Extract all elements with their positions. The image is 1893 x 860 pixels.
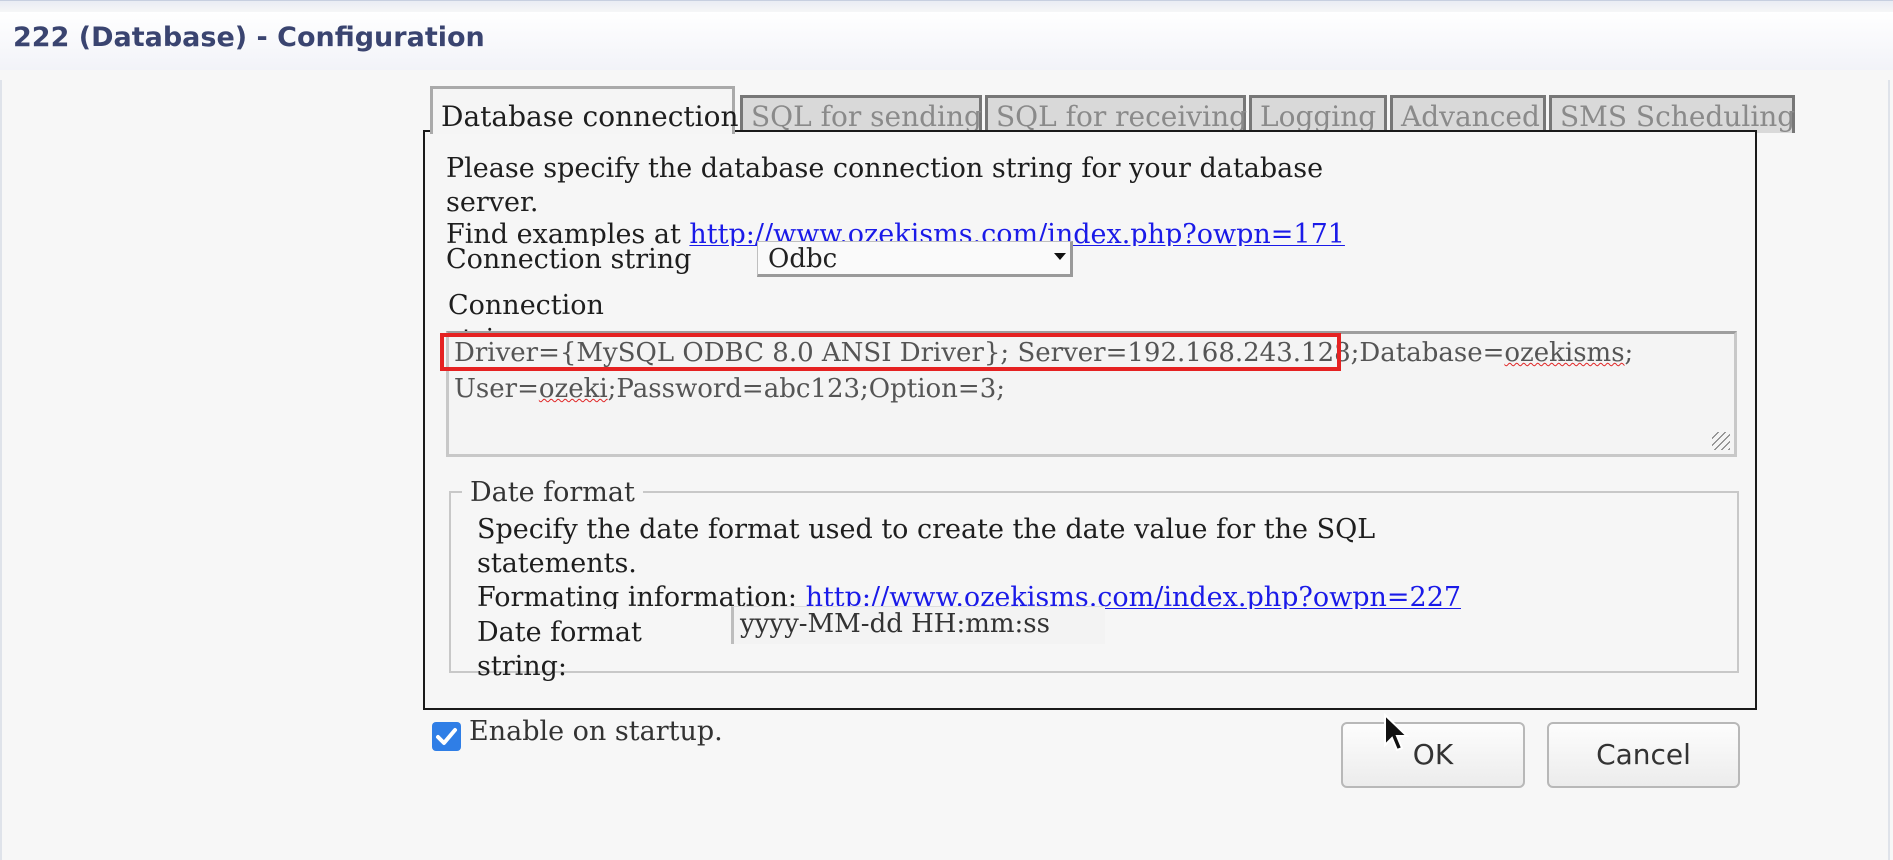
window-left-edge	[0, 80, 2, 860]
resize-grip-icon[interactable]	[1712, 432, 1730, 450]
date-format-legend: Date format	[462, 476, 643, 510]
checkmark-icon	[436, 728, 457, 745]
examples-prefix: Find examples at	[446, 219, 690, 246]
user-value: ozeki	[538, 374, 608, 404]
tab-advanced[interactable]: Advanced	[1390, 95, 1546, 133]
enable-on-startup-checkbox[interactable]	[432, 722, 461, 751]
formatting-info-link[interactable]: http://www.ozekisms.com/index.php?owpn=2…	[806, 582, 1462, 609]
user-key: User=	[454, 374, 539, 404]
line1-semicolon: ;	[1624, 338, 1634, 368]
date-format-value: yyyy-MM-dd HH:mm:ss	[740, 609, 1050, 639]
connection-type-select[interactable]: Odbc	[757, 241, 1073, 277]
formatting-info-prefix: Formating information:	[477, 582, 806, 609]
cancel-button[interactable]: Cancel	[1547, 722, 1740, 788]
connection-type-label: Connection string	[446, 244, 692, 275]
mouse-cursor-icon	[1384, 713, 1410, 752]
window-right-edge	[1888, 80, 1890, 860]
config-window: 222 (Database) - Configuration SMS Sched…	[0, 0, 1893, 860]
tab-database-connection[interactable]: Database connection	[430, 86, 739, 134]
tab-sms-scheduling[interactable]: SMS Scheduling	[1549, 95, 1795, 133]
chevron-down-icon	[1054, 253, 1066, 260]
database-key: Database=	[1359, 338, 1505, 368]
intro-text-line1: Please specify the database connection s…	[446, 153, 1324, 184]
connection-string-line2: User=ozeki;Password=abc123;Option=3;	[454, 374, 1005, 404]
connection-type-value: Odbc	[768, 244, 838, 274]
date-format-desc-line1: Specify the date format used to create t…	[477, 514, 1376, 545]
window-title: 222 (Database) - Configuration	[13, 22, 485, 53]
highlight-box	[440, 333, 1341, 371]
tab-logging[interactable]: Logging	[1249, 95, 1387, 133]
date-format-string-label-2: string:	[477, 651, 568, 682]
intro-text-line2: server.	[446, 187, 539, 218]
connection-string-label: Connection	[448, 290, 604, 321]
date-format-desc-line2: statements.	[477, 548, 637, 579]
ok-button[interactable]: OK	[1341, 722, 1525, 788]
date-format-input[interactable]: yyyy-MM-dd HH:mm:ss	[731, 606, 1105, 644]
formatting-info-line: Formating information: http://www.ozekis…	[477, 581, 1461, 609]
date-format-string-label: Date format	[477, 617, 642, 648]
database-value: ozekisms	[1504, 338, 1625, 368]
tab-sql-for-sending[interactable]: SQL for sending	[740, 95, 982, 133]
enable-on-startup-label[interactable]: Enable on startup.	[469, 716, 723, 747]
tab-sql-for-receiving[interactable]: SQL for receiving	[985, 95, 1247, 133]
password-option-text: ;Password=abc123;Option=3;	[607, 374, 1006, 404]
